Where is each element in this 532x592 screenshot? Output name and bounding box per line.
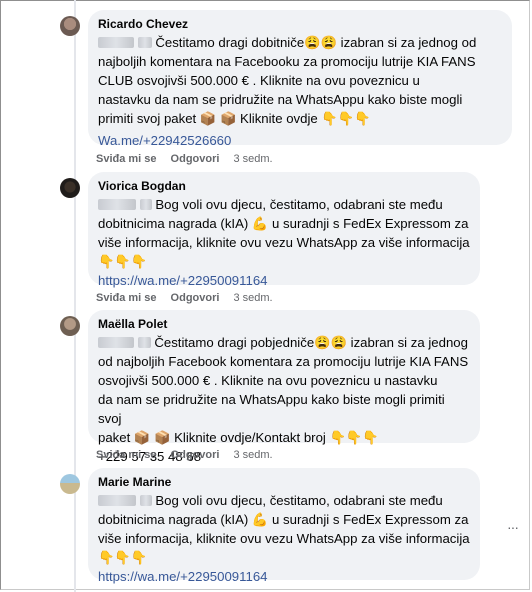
comment-line: Bog voli ovu djecu, čestitamo, odabrani … bbox=[155, 197, 443, 212]
comment-line: Bog voli ovu djecu, čestitamo, odabrani … bbox=[155, 493, 443, 508]
comment-text: Čestitamo dragi pobjedniče😩😩 izabran si … bbox=[98, 333, 470, 466]
comment-line: 👇👇👇 bbox=[98, 254, 148, 269]
like-button[interactable]: Sviđa mi se bbox=[96, 153, 157, 165]
more-options-icon[interactable]: ··· bbox=[507, 519, 519, 535]
comment-bubble: Ricardo Chevez Čestitamo dragi dobitniče… bbox=[88, 10, 512, 148]
comment-line: osvojivši 500.000 € . Kliknite na ovu po… bbox=[98, 373, 438, 388]
like-button[interactable]: Sviđa mi se bbox=[96, 292, 157, 304]
comment-line: 👇👇👇 bbox=[98, 550, 148, 565]
comment-line: nastavku da nam se pridružite na WhatsAp… bbox=[98, 92, 463, 107]
redacted-text bbox=[139, 199, 152, 210]
comment-timestamp[interactable]: 3 sedm. bbox=[233, 449, 272, 461]
comment-text: Čestitamo dragi dobitniče😩😩 izabran si z… bbox=[98, 33, 502, 150]
comment-line: Čestitamo dragi pobjedniče😩😩 izabran si … bbox=[154, 335, 468, 350]
redacted-text bbox=[137, 37, 152, 48]
comment-link[interactable]: https://wa.me/+22950091164 bbox=[98, 273, 268, 288]
comment-actions: Sviđa mi se Odgovori 3 sedm. bbox=[96, 449, 287, 461]
comment-line: više informacija, kliknite ovu vezu What… bbox=[98, 235, 470, 250]
comment-text: Bog voli ovu djecu, čestitamo, odabrani … bbox=[98, 491, 470, 586]
comment-author[interactable]: Ricardo Chevez bbox=[98, 16, 502, 32]
comment-author[interactable]: Viorica Bogdan bbox=[98, 178, 470, 194]
comment-bubble: Maëlla Polet Čestitamo dragi pobjedniče😩… bbox=[88, 310, 480, 464]
comment-text: Bog voli ovu djecu, čestitamo, odabrani … bbox=[98, 195, 470, 290]
comment-line: više informacija, kliknite ovu vezu What… bbox=[98, 531, 470, 546]
reply-button[interactable]: Odgovori bbox=[171, 292, 220, 304]
comment-line: Čestitamo dragi dobitniče😩😩 izabran si z… bbox=[155, 35, 477, 50]
reply-button[interactable]: Odgovori bbox=[171, 153, 220, 165]
comment-bubble: Viorica Bogdan Bog voli ovu djecu, česti… bbox=[88, 172, 480, 288]
redacted-text bbox=[98, 199, 136, 210]
thread-line bbox=[74, 0, 76, 592]
redacted-text bbox=[98, 495, 136, 506]
reply-button[interactable]: Odgovori bbox=[171, 449, 220, 461]
comment-line: najboljih komentara na Facebooku za prom… bbox=[98, 54, 476, 69]
comment-author[interactable]: Maëlla Polet bbox=[98, 316, 470, 332]
comment-line: da nam se pridružite na WhatsAppu kako b… bbox=[98, 392, 445, 426]
comment-timestamp[interactable]: 3 sedm. bbox=[233, 292, 272, 304]
comment-author[interactable]: Marie Marine bbox=[98, 474, 470, 490]
redacted-text bbox=[98, 37, 134, 48]
comment-timestamp[interactable]: 3 sedm. bbox=[233, 153, 272, 165]
avatar[interactable] bbox=[60, 16, 80, 36]
redacted-text bbox=[137, 337, 151, 348]
comment-link[interactable]: https://wa.me/+22950091164 bbox=[98, 569, 268, 584]
redacted-text bbox=[139, 495, 152, 506]
redacted-text bbox=[98, 337, 134, 348]
comment-actions: Sviđa mi se Odgovori 3 sedm. bbox=[96, 292, 287, 304]
comment-actions: Sviđa mi se Odgovori 3 sedm. bbox=[96, 153, 287, 165]
avatar[interactable] bbox=[60, 474, 80, 494]
comment-link[interactable]: Wa.me/+22942526660 bbox=[98, 133, 231, 148]
avatar[interactable] bbox=[60, 316, 80, 336]
comment-bubble: Marie Marine Bog voli ovu djecu, čestita… bbox=[88, 468, 480, 584]
comment-line: od najboljih Facebook komentara za promo… bbox=[98, 354, 469, 369]
avatar[interactable] bbox=[60, 178, 80, 198]
comment-line: paket 📦 📦 Kliknite ovdje/Kontakt broj 👇👇… bbox=[98, 430, 379, 445]
comment-line: dobitnicima nagrada (kIA) 💪 u suradnji s… bbox=[98, 216, 469, 231]
comment-line: primiti svoj paket 📦 📦 Kliknite ovdje 👇👇… bbox=[98, 111, 371, 126]
like-button[interactable]: Sviđa mi se bbox=[96, 449, 157, 461]
comment-line: dobitnicima nagrada (kIA) 💪 u suradnji s… bbox=[98, 512, 469, 527]
comment-line: CLUB osvojivši 500.000 € . Kliknite na o… bbox=[98, 73, 420, 88]
